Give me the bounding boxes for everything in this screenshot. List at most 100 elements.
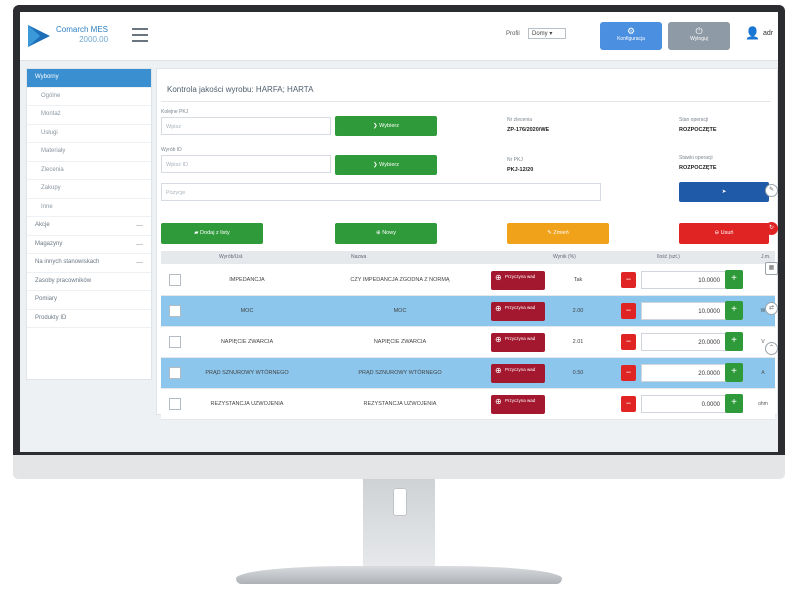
row-code: REZYSTANCJA UZWOJENIA: [210, 401, 284, 407]
edit-button-label: Zmień: [553, 230, 569, 236]
power-icon: ⏻: [695, 26, 703, 36]
qty-value: 10.0000: [698, 309, 720, 315]
sidebar-item-akcje[interactable]: Akcje —: [27, 217, 151, 236]
table-row[interactable]: PRĄD SZNUROWY WTÓRNEGO PRĄD SZNUROWY WTÓ…: [161, 358, 775, 389]
row-checkbox[interactable]: [169, 367, 181, 379]
column-header-qty[interactable]: Ilość (szt.): [657, 251, 680, 264]
sidebar-item-pomiary[interactable]: Pomiary: [27, 291, 151, 310]
sidebar-item-label: Montaż: [41, 111, 61, 117]
defect-cause-label: Przyczyna wad: [505, 336, 536, 341]
sidebar-item-label: Zakupy: [41, 185, 61, 191]
sidebar-item-wyborny[interactable]: Wyborny: [27, 69, 151, 88]
increase-qty-button[interactable]: +: [725, 394, 743, 413]
sidebar-item-montaz[interactable]: Montaż: [27, 106, 151, 125]
delete-button[interactable]: ⊖ Usuń: [679, 223, 769, 244]
positions-input[interactable]: Pozycje: [161, 183, 601, 201]
chevron-down-icon: —: [136, 259, 143, 266]
sidebar-item-inne-stanowiska[interactable]: Na innych stanowiskach —: [27, 254, 151, 273]
row-checkbox[interactable]: [169, 274, 181, 286]
positions-input-placeholder: Pozycje: [166, 190, 186, 196]
new-button[interactable]: ⊕ Nowy: [335, 223, 437, 244]
column-header-result[interactable]: Wynik (%): [553, 251, 576, 264]
gear-icon: ⚙: [626, 26, 636, 36]
navy-action-button[interactable]: ➤: [679, 182, 769, 202]
table-row[interactable]: NAPIĘCIE ZWARCIA NAPIĘCIE ZWARCIA ⊕ Przyc…: [161, 327, 775, 358]
sidebar-item-materialy[interactable]: Materiały: [27, 143, 151, 162]
column-header-name[interactable]: Nazwa: [351, 251, 366, 264]
increase-qty-button[interactable]: +: [725, 301, 743, 320]
swap-icon[interactable]: ⇄: [765, 302, 778, 315]
defect-cause-button[interactable]: ⊕ Przyczyna wad: [491, 333, 545, 352]
add-from-list-button[interactable]: ▰ Dodaj z listy: [161, 223, 263, 244]
sidebar-item-inne[interactable]: Inne: [27, 199, 151, 217]
decrease-qty-button[interactable]: −: [621, 334, 636, 350]
wrench-icon[interactable]: ✎: [765, 184, 778, 197]
defect-cause-button[interactable]: ⊕ Przyczyna wad: [491, 395, 545, 414]
row-result: 2.01: [572, 339, 584, 345]
edit-button[interactable]: ✎ Zmień: [507, 223, 609, 244]
chevron-down-icon: —: [136, 240, 143, 248]
row-code: PRĄD SZNUROWY WTÓRNEGO: [205, 370, 289, 376]
qty-value: 20.0000: [698, 340, 720, 346]
qty-value: 0.0000: [701, 402, 720, 408]
defect-cause-button[interactable]: ⊕ Przyczyna wad: [491, 364, 545, 383]
pkj-input[interactable]: Wpisz: [161, 117, 331, 135]
profile-select[interactable]: Domy ▾: [528, 28, 566, 39]
pkj-number-label: Nr PKJ: [507, 157, 523, 163]
select-pkj-button[interactable]: ❯ Wybierz: [335, 116, 437, 136]
sidebar-item-zasoby[interactable]: Zasoby pracowników: [27, 273, 151, 291]
order-number-label: Nr zlecenia: [507, 117, 533, 123]
sidebar-item-produkty[interactable]: Produkty ID: [27, 310, 151, 328]
sidebar-item-ogolne[interactable]: Ogólne: [27, 88, 151, 106]
qty-value: 10.0000: [698, 278, 720, 284]
menu-icon[interactable]: [132, 28, 148, 42]
defect-cause-button[interactable]: ⊕ Przyczyna wad: [491, 302, 545, 321]
user-name[interactable]: adr: [763, 30, 773, 37]
row-checkbox[interactable]: [169, 398, 181, 410]
qty-value: 20.0000: [698, 371, 720, 377]
user-icon[interactable]: 👤: [745, 26, 760, 40]
config-button[interactable]: ⚙ Konfiguracja: [600, 22, 662, 50]
sidebar-item-label: Pomiary: [35, 296, 58, 302]
pkj-number-value: PKJ-12/20: [507, 167, 534, 173]
grid-icon[interactable]: ▦: [765, 262, 778, 275]
field2-label: Wyrób ID: [161, 147, 182, 153]
decrease-qty-button[interactable]: −: [621, 396, 636, 412]
increase-qty-button[interactable]: +: [725, 332, 743, 351]
sidebar-item-label: Wyborny: [35, 74, 59, 80]
decrease-qty-button[interactable]: −: [621, 272, 636, 288]
logout-button[interactable]: ⏻ Wyloguj: [668, 22, 730, 50]
top-bar: Comarch MES 2000.00 Profil Domy ▾ ⚙ Konf…: [20, 12, 778, 61]
sidebar-item-label: Ogólne: [41, 92, 61, 99]
sidebar-item-label: Zasoby pracowników: [35, 277, 92, 284]
table-row[interactable]: IMPEDANCJA CZY IMPEDANCJA ZGODNA Z NORMĄ…: [161, 265, 775, 296]
row-checkbox[interactable]: [169, 305, 181, 317]
defect-cause-button[interactable]: ⊕ Przyczyna wad: [491, 271, 545, 290]
decrease-qty-button[interactable]: −: [621, 303, 636, 319]
decrease-qty-button[interactable]: −: [621, 365, 636, 381]
increase-qty-button[interactable]: +: [725, 270, 743, 289]
table-header: Wyrób/Usł. Nazwa Wynik (%) Ilość (szt.) …: [161, 251, 775, 264]
table-row[interactable]: REZYSTANCJA UZWOJENIA REZYSTANCJA UZWOJE…: [161, 389, 775, 420]
increase-qty-button[interactable]: +: [725, 363, 743, 382]
column-header-code[interactable]: Wyrób/Usł.: [219, 251, 243, 264]
refresh-icon[interactable]: ↻: [765, 222, 778, 235]
product-id-input[interactable]: Wpisz ID: [161, 155, 331, 173]
defect-cause-label: Przyczyna wad: [505, 274, 536, 279]
sidebar-item-uslugi[interactable]: Usługi: [27, 125, 151, 143]
table-row[interactable]: MOC MOC ⊕ Przyczyna wad 2.00 − 10.0000 + …: [161, 296, 775, 327]
add-from-list-button-label: Dodaj z listy: [200, 230, 230, 236]
field1-label: Kolejne PKJ: [161, 109, 189, 115]
select-product-button[interactable]: ❯ Wybierz: [335, 155, 437, 175]
sidebar-item-magazyny[interactable]: Magazyny —: [27, 236, 151, 254]
screen: Comarch MES 2000.00 Profil Domy ▾ ⚙ Konf…: [20, 12, 778, 452]
row-name: MOC: [393, 308, 407, 314]
row-code: MOC: [240, 308, 254, 314]
select-product-button-label: Wybierz: [379, 162, 399, 168]
row-checkbox[interactable]: [169, 336, 181, 348]
delete-button-label: Usuń: [720, 230, 734, 236]
chevron-up-icon[interactable]: ⌃: [765, 342, 778, 355]
sidebar-item-zakupy[interactable]: Zakupy: [27, 180, 151, 199]
sidebar-item-zlecenia[interactable]: Zlecenia: [27, 162, 151, 180]
defect-cause-label: Przyczyna wad: [505, 398, 536, 403]
